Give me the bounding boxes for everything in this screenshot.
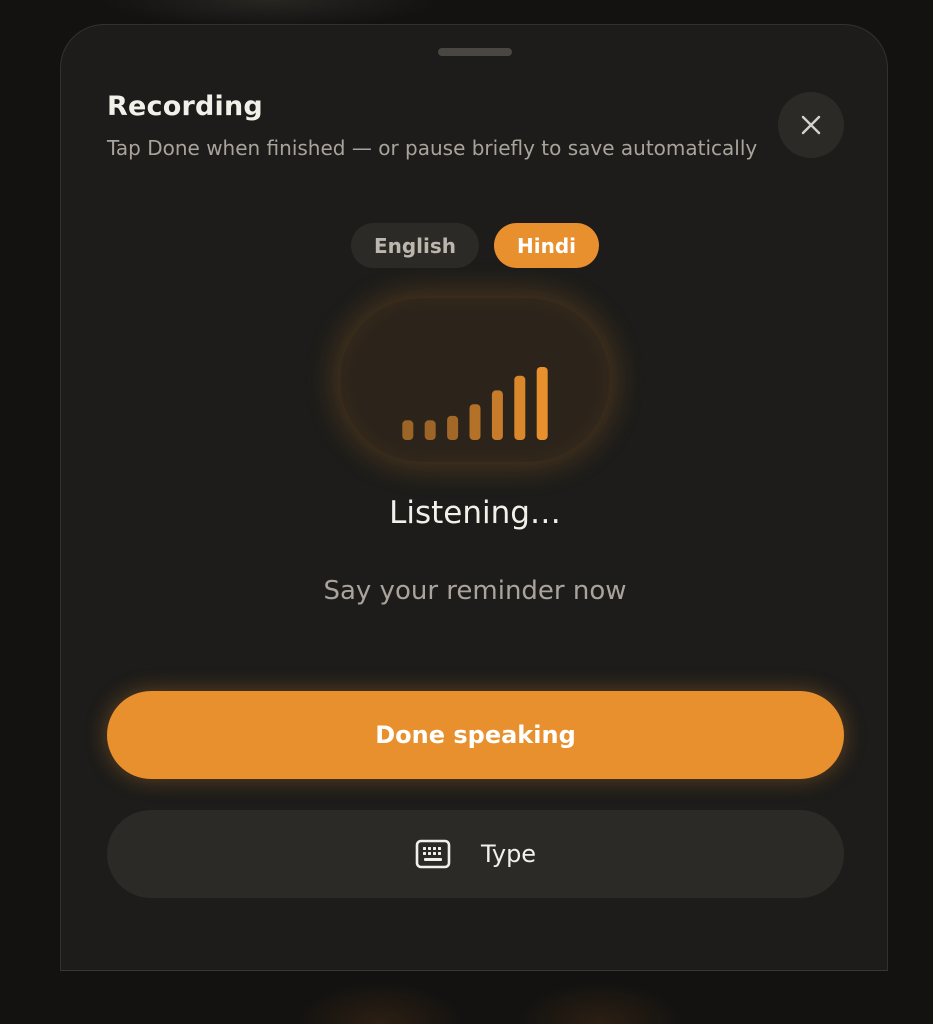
level-bar [514, 375, 526, 440]
language-option-label: English [373, 233, 457, 258]
type-label: Type [480, 840, 537, 868]
level-bar [469, 404, 481, 440]
keyboard-icon [415, 839, 451, 869]
listening-hint: Say your reminder now [323, 576, 627, 606]
signal-bars-icon [402, 367, 548, 440]
listening-status: Listening… [389, 495, 561, 531]
close-icon [801, 115, 821, 135]
audio-level-meter [340, 298, 610, 462]
done-speaking-label: Done speaking [375, 721, 576, 749]
level-bar [536, 367, 548, 440]
close-button[interactable] [778, 92, 844, 158]
sheet-subtitle: Tap Done when finished — or pause briefl… [107, 136, 758, 160]
level-bar [491, 390, 503, 440]
type-button[interactable]: Type [107, 810, 844, 898]
done-speaking-button[interactable]: Done speaking [107, 691, 844, 779]
level-bar [424, 420, 436, 440]
language-option-english[interactable]: English [350, 223, 480, 268]
language-selector: English Hindi [61, 223, 889, 268]
recording-sheet: Recording Tap Done when finished — or pa… [60, 24, 888, 971]
drag-handle[interactable] [438, 48, 512, 56]
sheet-title: Recording [107, 91, 263, 122]
language-option-label: Hindi [517, 233, 577, 258]
level-bar [447, 415, 459, 440]
language-option-hindi[interactable]: Hindi [494, 223, 600, 268]
level-bar [402, 420, 414, 440]
